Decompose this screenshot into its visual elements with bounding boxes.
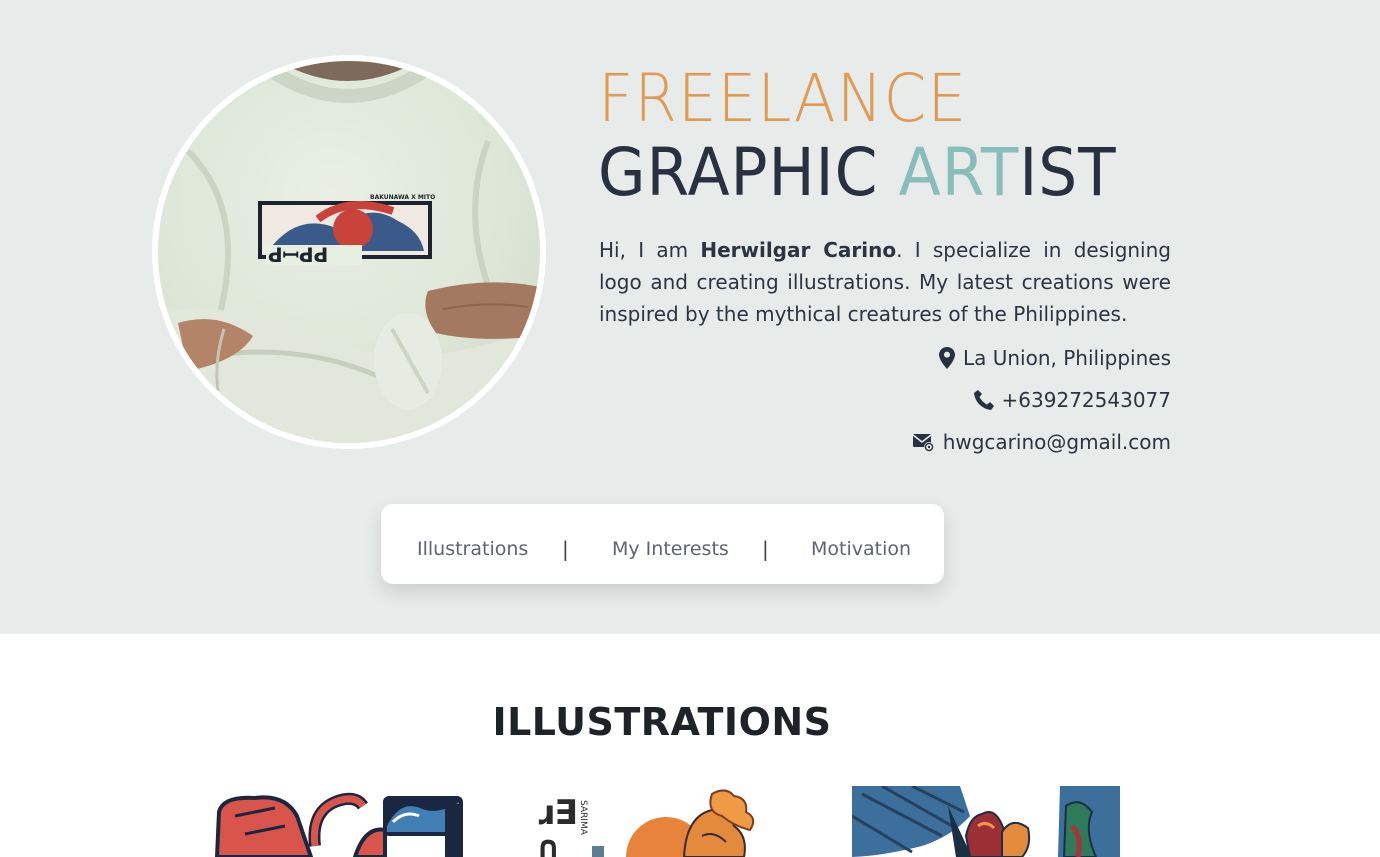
email-icon xyxy=(912,434,934,452)
intro-name: Herwilgar Carino xyxy=(700,238,897,262)
nav-separator: | xyxy=(762,537,769,561)
contact-email: hwgcarino@gmail.com xyxy=(912,430,1171,454)
section-nav: Illustrations | My Interests | Motivatio… xyxy=(381,504,944,584)
profile-photo-art: ꓒꟷꓒꓒ BAKUNAWA X MITO xyxy=(158,61,540,443)
illustration-image: ɹ∃ ∩ SARIMA xyxy=(534,786,774,857)
nav-motivation[interactable]: Motivation xyxy=(811,538,911,560)
shirt-print-caption: ꓒꟷꓒꓒ xyxy=(268,243,328,267)
intro-prefix: Hi, I am xyxy=(599,238,701,262)
contact-location: La Union, Philippines xyxy=(938,346,1171,370)
illustration-thumb-3[interactable] xyxy=(852,786,1120,857)
illustration-thumb-2[interactable]: ɹ∃ ∩ SARIMA xyxy=(534,786,774,857)
nav-my-interests[interactable]: My Interests xyxy=(612,538,729,560)
headline-graphic-artist: GRAPHIC ARTIST xyxy=(598,140,1117,206)
intro-paragraph: Hi, I am Herwilgar Carino. I specialize … xyxy=(599,234,1171,330)
nav-separator: | xyxy=(562,537,569,561)
profile-photo: ꓒꟷꓒꓒ BAKUNAWA X MITO xyxy=(152,55,546,449)
headline-ist: IST xyxy=(1019,134,1117,211)
illustration-vertical-text: SARIMA xyxy=(578,800,588,836)
phone-icon xyxy=(973,390,994,410)
headline-freelance: FREELANCE xyxy=(598,60,968,137)
headline-art-accent: ART xyxy=(898,134,1020,211)
location-pin-icon xyxy=(938,347,955,369)
illustration-thumb-1[interactable] xyxy=(215,786,463,857)
headline-graphic: GRAPHIC xyxy=(598,134,899,211)
hero-section: ꓒꟷꓒꓒ BAKUNAWA X MITO FREELANCE GRAPHIC A… xyxy=(0,0,1380,634)
shirt-print-label: BAKUNAWA X MITO xyxy=(370,194,435,201)
nav-illustrations[interactable]: Illustrations xyxy=(417,538,528,560)
contact-phone: +639272543077 xyxy=(973,388,1171,412)
email-text: hwgcarino@gmail.com xyxy=(942,430,1171,454)
illustrations-heading: ILLUSTRATIONS xyxy=(492,700,832,744)
svg-text:ɹ∃: ɹ∃ xyxy=(536,793,578,833)
illustration-image xyxy=(852,786,1120,857)
svg-text:∩: ∩ xyxy=(536,830,560,857)
location-text: La Union, Philippines xyxy=(962,346,1171,370)
phone-text: +639272543077 xyxy=(1001,388,1171,412)
illustration-image xyxy=(215,786,463,857)
